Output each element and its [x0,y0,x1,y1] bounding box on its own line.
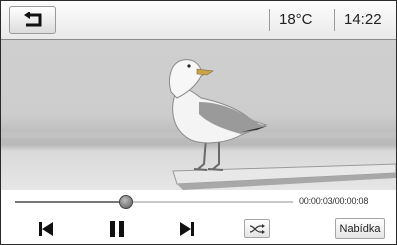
seek-handle[interactable] [119,195,133,209]
video-frame[interactable] [1,40,396,190]
seagull-video-image [1,59,396,190]
back-button[interactable] [9,6,56,34]
top-bar: 18°C 14:22 [1,1,396,40]
seek-track[interactable] [15,195,293,209]
return-arrow-icon [23,12,41,27]
menu-button[interactable]: Nabídka [335,218,385,239]
previous-button[interactable] [35,218,57,240]
divider [334,9,335,31]
playback-controls: Nabídka [1,214,396,244]
shuffle-icon [249,223,265,234]
divider [269,9,270,31]
temperature-display: 18°C [279,11,313,28]
next-button[interactable] [176,218,198,240]
media-player-screen: 18°C 14:22 00:00:03/00:00:08 Nabídka [0,0,397,245]
progress-bar-area: 00:00:03/00:00:08 [1,190,396,214]
clock-display: 14:22 [344,11,382,28]
seek-track-fill [15,201,126,203]
shuffle-button[interactable] [244,219,270,238]
elapsed-total-time: 00:00:03/00:00:08 [299,196,369,206]
pause-button[interactable] [106,218,128,240]
skip-next-icon [180,222,194,236]
skip-previous-icon [39,222,53,236]
pause-icon [110,221,124,237]
